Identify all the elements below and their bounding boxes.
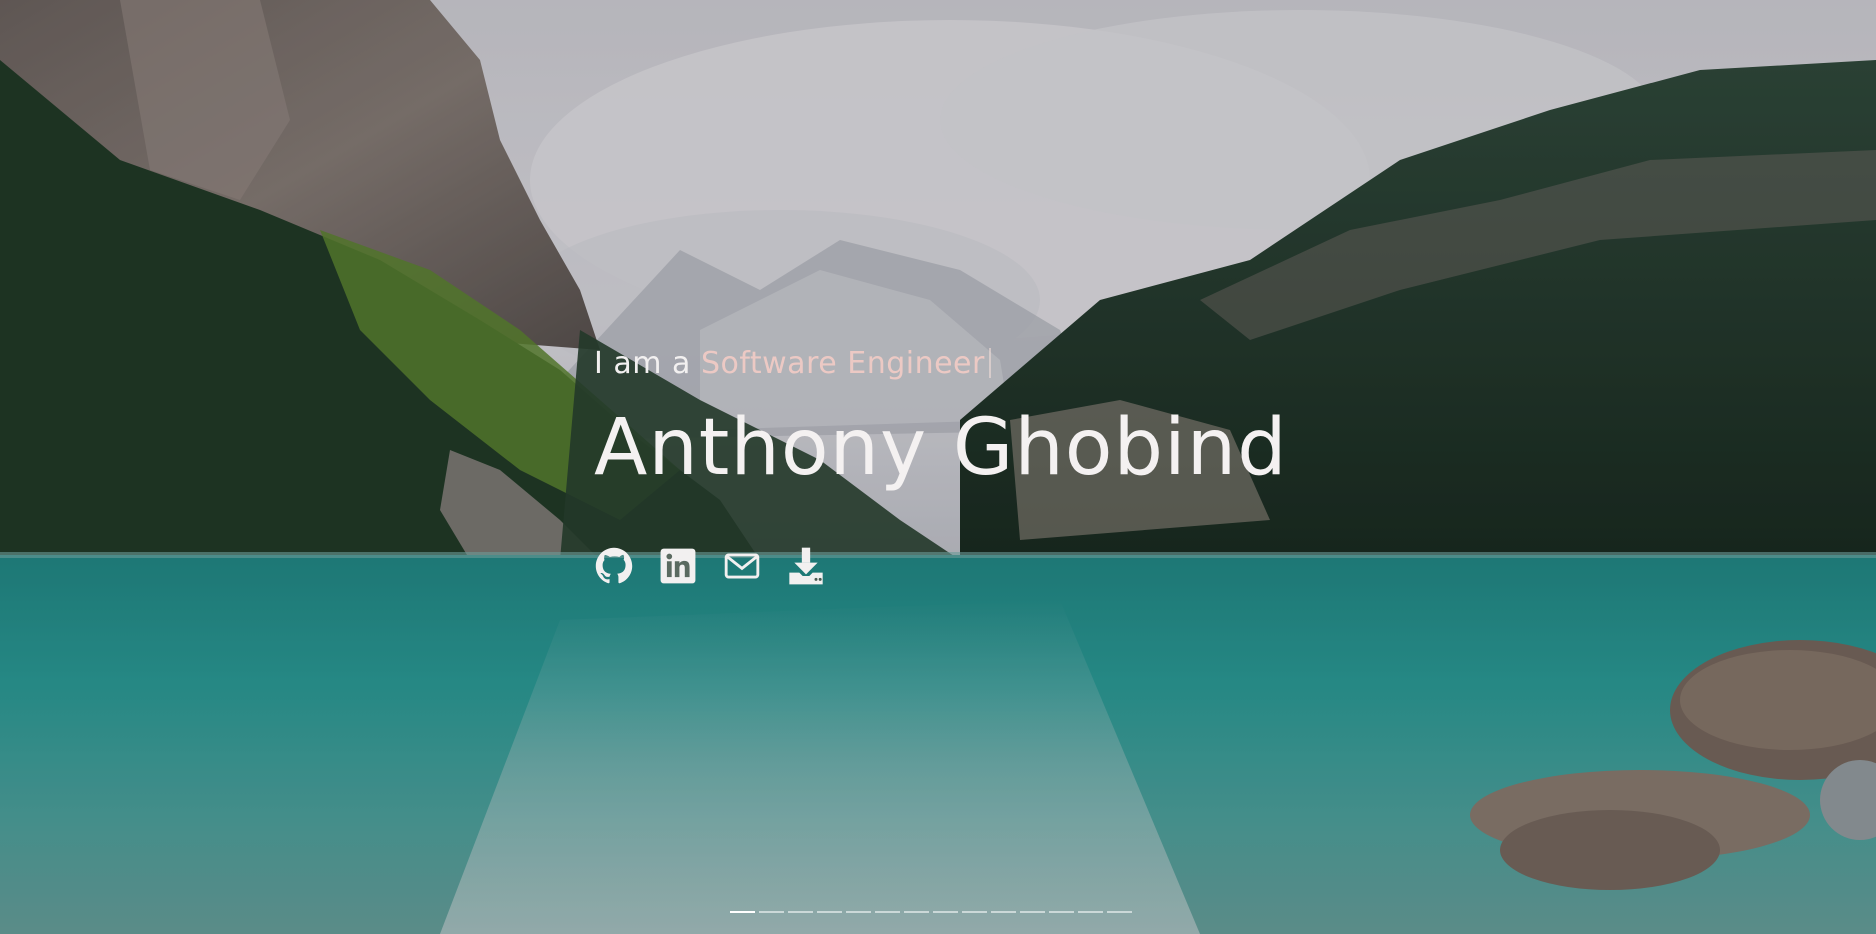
carousel-indicator[interactable] <box>759 911 784 913</box>
carousel-indicator[interactable] <box>1078 911 1103 913</box>
carousel-indicator[interactable] <box>991 911 1016 913</box>
carousel-indicator[interactable] <box>1049 911 1074 913</box>
carousel-indicator[interactable] <box>1107 911 1132 913</box>
linkedin-icon <box>660 548 696 584</box>
hero-content: I am a Software Engineer Anthony Ghobind <box>594 344 1494 586</box>
email-link[interactable] <box>722 546 762 586</box>
carousel-indicator[interactable] <box>817 911 842 913</box>
download-icon <box>789 547 823 585</box>
carousel-indicator[interactable] <box>730 911 755 913</box>
page-title: Anthony Ghobind <box>594 403 1288 493</box>
tagline-prefix: I am a <box>594 346 701 381</box>
linkedin-link[interactable] <box>658 546 698 586</box>
carousel-indicator[interactable] <box>846 911 871 913</box>
carousel-indicator[interactable] <box>904 911 929 913</box>
carousel-indicators <box>730 911 1132 913</box>
download-resume-link[interactable] <box>786 546 826 586</box>
carousel-indicator[interactable] <box>933 911 958 913</box>
hero-section: I am a Software Engineer Anthony Ghobind <box>0 0 1876 934</box>
typed-tagline: I am a Software Engineer <box>594 344 1494 384</box>
tagline-role: Software Engineer <box>700 346 985 381</box>
github-link[interactable] <box>594 546 634 586</box>
carousel-indicator[interactable] <box>875 911 900 913</box>
envelope-icon <box>724 553 760 579</box>
carousel-indicator[interactable] <box>962 911 987 913</box>
social-links <box>594 546 1494 586</box>
github-icon <box>595 548 633 584</box>
typing-cursor <box>988 348 991 378</box>
carousel-indicator[interactable] <box>1020 911 1045 913</box>
carousel-indicator[interactable] <box>788 911 813 913</box>
